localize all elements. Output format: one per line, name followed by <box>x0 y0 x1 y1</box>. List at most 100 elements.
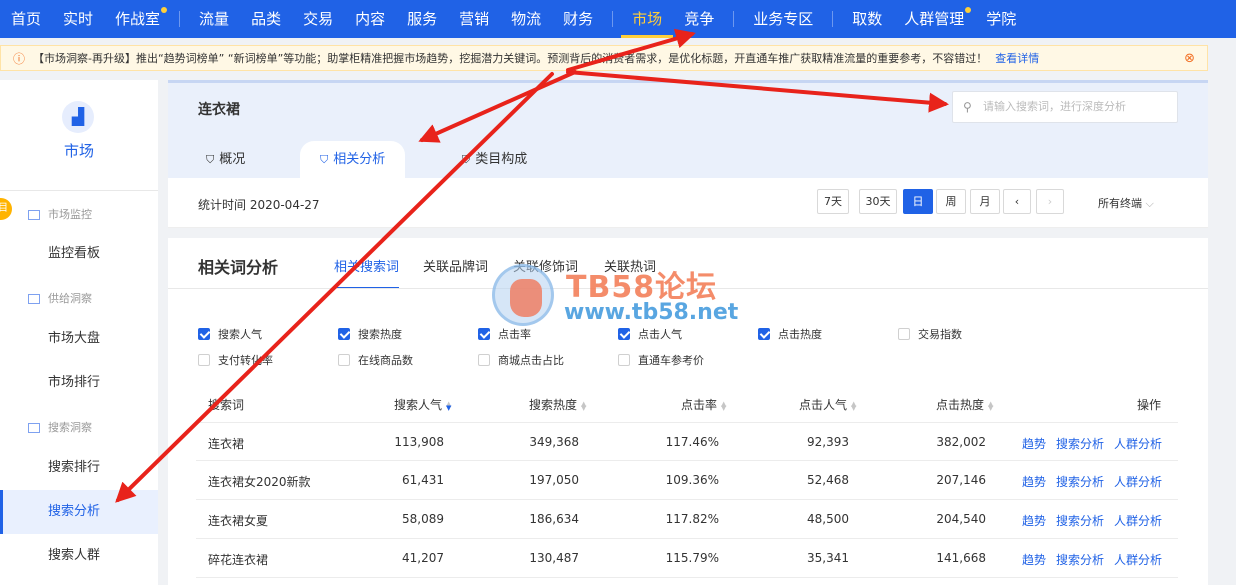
range-day-button[interactable]: 日 <box>903 189 933 214</box>
column-header-search-popularity[interactable]: 搜索人气 ▲ ▼ <box>394 396 451 413</box>
metric-checkbox[interactable]: 商城点击占比 <box>478 352 564 368</box>
trend-link[interactable]: 趋势 <box>1022 473 1046 490</box>
checkbox-label: 点击率 <box>498 328 531 341</box>
column-header-click-popularity[interactable]: 点击人气 ▲ ▼ <box>799 396 856 413</box>
nav-item-trade[interactable]: 交易 <box>292 0 344 38</box>
tab-related-search-words[interactable]: 相关搜索词 <box>334 256 400 289</box>
column-header-click-rate[interactable]: 点击率 ▲ ▼ <box>681 396 726 413</box>
close-icon[interactable]: ⊗ <box>1184 51 1195 66</box>
header-label: 搜索热度 <box>529 398 578 412</box>
warning-icon: ⓘ <box>13 51 26 66</box>
search-input[interactable]: ⚲ 请输入搜索词，进行深度分析 <box>952 91 1178 123</box>
floating-badge[interactable]: 目 <box>0 198 12 220</box>
metric-checkbox[interactable]: 点击率 <box>478 326 531 342</box>
cell-click-popularity: 48,500 <box>807 512 849 526</box>
range-month-button[interactable]: 月 <box>970 189 1000 214</box>
nav-item-marketing[interactable]: 营销 <box>448 0 500 38</box>
metric-checkbox[interactable]: 支付转化率 <box>198 352 273 368</box>
trend-link[interactable]: 趋势 <box>1022 512 1046 529</box>
terminal-select[interactable]: 所有终端 ⌵ <box>1098 195 1154 211</box>
trend-link[interactable]: 趋势 <box>1022 435 1046 452</box>
next-date-button[interactable]: › <box>1036 189 1064 214</box>
crowd-analysis-link[interactable]: 人群分析 <box>1114 512 1162 529</box>
tab-label: 相关分析 <box>333 152 386 167</box>
column-header-click-heat[interactable]: 点击热度 ▲ ▼ <box>936 396 993 413</box>
sidebar-group-label: 供给洞察 <box>48 292 92 305</box>
search-placeholder: 请输入搜索词，进行深度分析 <box>983 100 1126 113</box>
nav-divider <box>179 11 181 27</box>
cell-search-heat: 197,050 <box>529 473 579 487</box>
nav-item-fetch-data[interactable]: 取数 <box>841 0 893 38</box>
header-label: 点击热度 <box>936 398 985 412</box>
search-analysis-link[interactable]: 搜索分析 <box>1056 551 1104 568</box>
tab-related-hot-words[interactable]: 关联热词 <box>604 256 656 275</box>
nav-item-war-room[interactable]: 作战室 <box>104 0 171 38</box>
nav-item-category[interactable]: 品类 <box>240 0 292 38</box>
crowd-analysis-link[interactable]: 人群分析 <box>1114 551 1162 568</box>
nav-item-home[interactable]: 首页 <box>0 0 52 38</box>
metric-checkbox[interactable]: 直通车参考价 <box>618 352 704 368</box>
bag-icon: ⛉ <box>462 153 471 166</box>
cell-click-rate: 117.82% <box>665 512 719 526</box>
range-30d-button[interactable]: 30天 <box>859 189 897 214</box>
tab-category-composition[interactable]: ⛉ 类目构成 <box>442 141 547 179</box>
prev-date-button[interactable]: ‹ <box>1003 189 1031 214</box>
search-analysis-link[interactable]: 搜索分析 <box>1056 512 1104 529</box>
nav-item-market[interactable]: 市场 <box>621 0 674 38</box>
nav-item-crowd-management[interactable]: 人群管理 <box>893 0 975 38</box>
sidebar-item-search-ranking[interactable]: 搜索排行 <box>0 446 158 490</box>
nav-item-competition[interactable]: 竞争 <box>673 0 725 38</box>
cell-click-popularity: 92,393 <box>807 435 849 449</box>
tab-overview[interactable]: ⛉ 概况 <box>186 141 265 179</box>
checkbox-label: 点击人气 <box>638 328 682 341</box>
search-analysis-link[interactable]: 搜索分析 <box>1056 473 1104 490</box>
cell-click-rate: 109.36% <box>665 473 719 487</box>
checkbox-checked <box>758 328 770 340</box>
nav-item-content[interactable]: 内容 <box>344 0 396 38</box>
sidebar-item-monitor-board[interactable]: 监控看板 <box>0 232 158 276</box>
cell-click-rate: 115.79% <box>665 551 719 565</box>
checkbox-label: 在线商品数 <box>358 354 413 367</box>
nav-item-business-zone[interactable]: 业务专区 <box>742 0 824 38</box>
sidebar-item-search-analysis[interactable]: 搜索分析 <box>0 490 158 534</box>
sidebar-group-supply-insight: 供给洞察 <box>28 290 92 306</box>
nav-item-realtime[interactable]: 实时 <box>52 0 104 38</box>
building-icon <box>28 423 40 433</box>
range-7d-button[interactable]: 7天 <box>817 189 849 214</box>
header-label: 点击率 <box>681 398 718 412</box>
nav-item-traffic[interactable]: 流量 <box>188 0 240 38</box>
trend-link[interactable]: 趋势 <box>1022 551 1046 568</box>
sidebar-item-market-ranking[interactable]: 市场排行 <box>0 361 158 405</box>
checkbox-label: 点击热度 <box>778 328 822 341</box>
crowd-analysis-link[interactable]: 人群分析 <box>1114 435 1162 452</box>
crowd-analysis-link[interactable]: 人群分析 <box>1114 473 1162 490</box>
cell-click-popularity: 35,341 <box>807 551 849 565</box>
notice-text: 【市场洞察-再升级】推出“趋势词榜单” “新词榜单”等功能；助掌柜精准把握市场趋… <box>33 52 988 65</box>
nav-item-finance[interactable]: 财务 <box>552 0 604 38</box>
sort-icon: ▲ ▼ <box>721 399 727 412</box>
sidebar-item-search-crowd[interactable]: 搜索人群 <box>0 534 158 578</box>
metric-checkbox[interactable]: 点击人气 <box>618 326 682 342</box>
tab-related-modifier-words[interactable]: 关联修饰词 <box>513 256 578 275</box>
column-header-search-heat[interactable]: 搜索热度 ▲ ▼ <box>529 396 586 413</box>
nav-label: 作战室 <box>115 10 161 28</box>
nav-item-service[interactable]: 服务 <box>396 0 448 38</box>
new-dot <box>161 7 168 13</box>
nav-item-logistics[interactable]: 物流 <box>500 0 552 38</box>
keyword-title: 连衣裙 <box>198 102 240 118</box>
tab-related-analysis[interactable]: ⛉ 相关分析 <box>300 141 406 179</box>
metric-checkbox[interactable]: 搜索人气 <box>198 326 262 342</box>
checkbox-label: 搜索人气 <box>218 328 262 341</box>
metric-checkbox[interactable]: 交易指数 <box>898 326 962 342</box>
metric-checkbox[interactable]: 在线商品数 <box>338 352 413 368</box>
cell-keyword: 连衣裙女2020新款 <box>208 475 311 489</box>
tab-related-brand-words[interactable]: 关联品牌词 <box>423 256 488 275</box>
range-week-button[interactable]: 周 <box>936 189 966 214</box>
nav-item-academy[interactable]: 学院 <box>975 0 1027 38</box>
search-analysis-link[interactable]: 搜索分析 <box>1056 435 1104 452</box>
sidebar-item-market-overview[interactable]: 市场大盘 <box>0 317 158 361</box>
metric-checkbox[interactable]: 搜索热度 <box>338 326 402 342</box>
notice-details-link[interactable]: 查看详情 <box>995 50 1039 66</box>
tab-label: 概况 <box>219 152 246 167</box>
metric-checkbox[interactable]: 点击热度 <box>758 326 822 342</box>
